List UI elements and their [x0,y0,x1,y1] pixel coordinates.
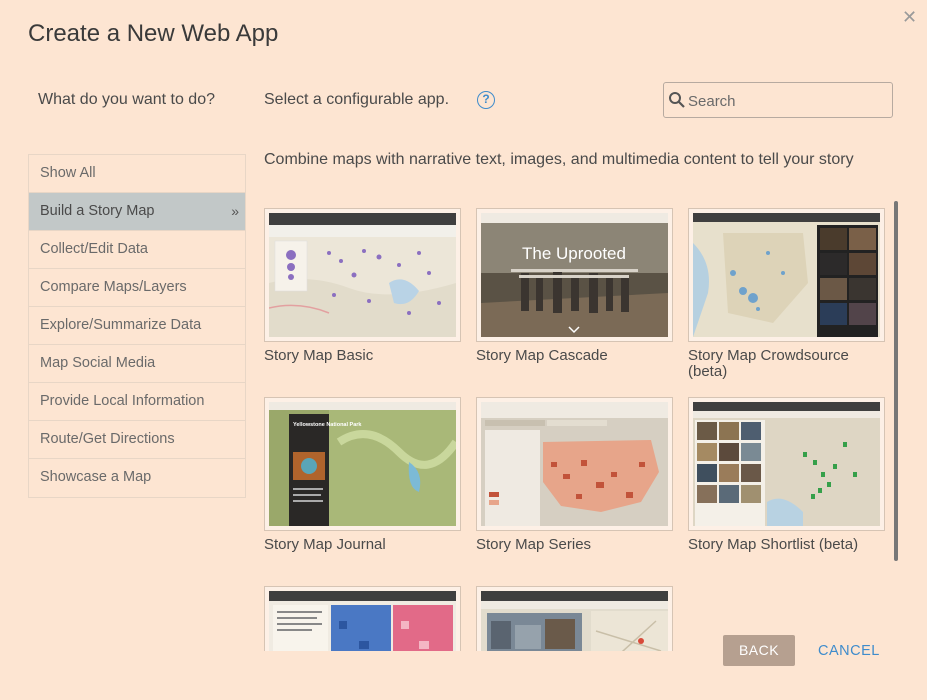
search-icon [669,92,685,108]
story-map-series-thumbnail [481,402,668,526]
story-map-basic-thumbnail [269,213,456,337]
app-card-label: Story Map Cascade [476,347,608,364]
app-card-label: Story Map Series [476,536,592,553]
story-map-journal-thumbnail: Yellowstone National Park [269,402,456,526]
back-button[interactable]: BACK [723,635,795,666]
category-label: Compare Maps/Layers [40,279,187,295]
category-label: Build a Story Map [40,203,155,219]
app-gallery: Story Map Basic The Uprooted Story Map C… [264,208,894,651]
search-input[interactable] [686,89,886,113]
story-map-row3-2-thumbnail [481,591,668,651]
category-label: Provide Local Information [40,393,205,409]
app-card-story-map-cascade[interactable]: The Uprooted Story Map Cascade [476,208,673,364]
category-description: Combine maps with narrative text, images… [264,151,854,168]
story-map-row3-1-thumbnail [269,591,456,651]
category-explore-summarize-data[interactable]: Explore/Summarize Data [29,307,245,345]
app-card-story-map-basic[interactable]: Story Map Basic [264,208,461,364]
app-card-story-map-journal[interactable]: Yellowstone National Park Story Map Jour… [264,397,461,553]
app-card-label: Story Map Basic [264,347,374,364]
gallery-scrollbar[interactable] [894,201,898,561]
category-map-social-media[interactable]: Map Social Media [29,345,245,383]
svg-text:Yellowstone National Park: Yellowstone National Park [293,422,362,428]
app-card-label: Story Map Journal [264,536,386,553]
app-thumbnail [476,397,673,531]
category-route-get-directions[interactable]: Route/Get Directions [29,421,245,459]
category-showcase-a-map[interactable]: Showcase a Map [29,459,245,497]
category-provide-local-information[interactable]: Provide Local Information [29,383,245,421]
close-icon[interactable]: ✕ [902,8,917,26]
category-label: Map Social Media [40,355,156,371]
app-thumbnail [688,397,885,531]
chevron-right-icon: » [231,203,239,219]
story-map-shortlist-thumbnail [693,402,880,526]
category-label: Route/Get Directions [40,431,175,447]
app-thumbnail [688,208,885,342]
search-box [663,82,893,118]
category-label: Explore/Summarize Data [40,317,202,333]
category-label: Show All [40,165,96,181]
story-map-crowdsource-thumbnail [693,213,880,337]
category-label: Showcase a Map [40,469,152,485]
app-card-story-map-series[interactable]: Story Map Series [476,397,673,553]
app-thumbnail [264,208,461,342]
app-thumbnail [476,586,673,651]
category-show-all[interactable]: Show All [29,155,245,193]
category-list: Show All Build a Story Map » Collect/Edit… [28,154,246,498]
dialog-title: Create a New Web App [28,20,279,47]
app-thumbnail [264,586,461,651]
app-card-story-map-row3-1[interactable] [264,586,461,651]
category-compare-maps-layers[interactable]: Compare Maps/Layers [29,269,245,307]
cancel-button[interactable]: CANCEL [818,643,880,659]
app-thumbnail: The Uprooted [476,208,673,342]
category-label: Collect/Edit Data [40,241,148,257]
app-thumbnail: Yellowstone National Park [264,397,461,531]
category-build-story-map[interactable]: Build a Story Map » [29,193,245,231]
category-collect-edit-data[interactable]: Collect/Edit Data [29,231,245,269]
help-icon[interactable]: ? [477,91,495,109]
thumb-title: The Uprooted [522,244,626,263]
app-card-label: Story Map Shortlist (beta) [688,536,859,553]
create-web-app-dialog: Create a New Web App ✕ What do you want … [0,0,927,700]
story-map-cascade-thumbnail: The Uprooted [481,213,668,337]
sidebar-question: What do you want to do? [38,91,215,108]
app-card-label: Story Map Crowdsource (beta) [688,347,849,380]
app-card-story-map-row3-2[interactable] [476,586,673,651]
select-app-label: Select a configurable app. [264,91,450,108]
thumb-title: Yellowstone National Park [293,422,362,428]
app-card-story-map-shortlist[interactable]: Story Map Shortlist (beta) [688,397,885,553]
app-card-story-map-crowdsource[interactable]: Story Map Crowdsource (beta) [688,208,885,380]
